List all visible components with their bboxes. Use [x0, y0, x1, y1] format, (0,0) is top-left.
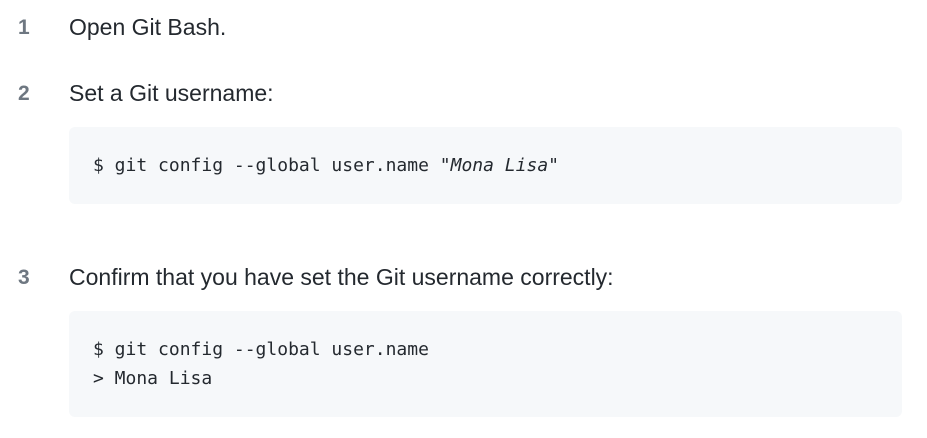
code-block[interactable]: $ git config --global user.name "Mona Li…	[69, 127, 902, 204]
step-1: 1 Open Git Bash.	[0, 14, 927, 48]
code-line-command: $ git config --global user.name	[93, 339, 429, 360]
step-2: 2 Set a Git username: $ git config --glo…	[0, 80, 927, 206]
code-line: $ git config --global user.name "Mona Li…	[93, 151, 902, 180]
code-command: $ git config --global user.name	[93, 155, 440, 176]
code-quote-open: "	[439, 155, 451, 176]
code-quote-close: "	[548, 155, 560, 176]
step-text: Set a Git username:	[69, 80, 274, 106]
step-number: 3	[18, 266, 30, 289]
step-text: Confirm that you have set the Git userna…	[69, 264, 614, 290]
code-block[interactable]: $ git config --global user.name > Mona L…	[69, 311, 902, 417]
step-number: 2	[18, 82, 30, 105]
step-3: 3 Confirm that you have set the Git user…	[0, 264, 927, 418]
code-argument: Mona Lisa	[450, 155, 549, 176]
step-text: Open Git Bash.	[69, 14, 227, 40]
code-line-output: > Mona Lisa	[93, 368, 213, 389]
step-number: 1	[18, 16, 30, 39]
